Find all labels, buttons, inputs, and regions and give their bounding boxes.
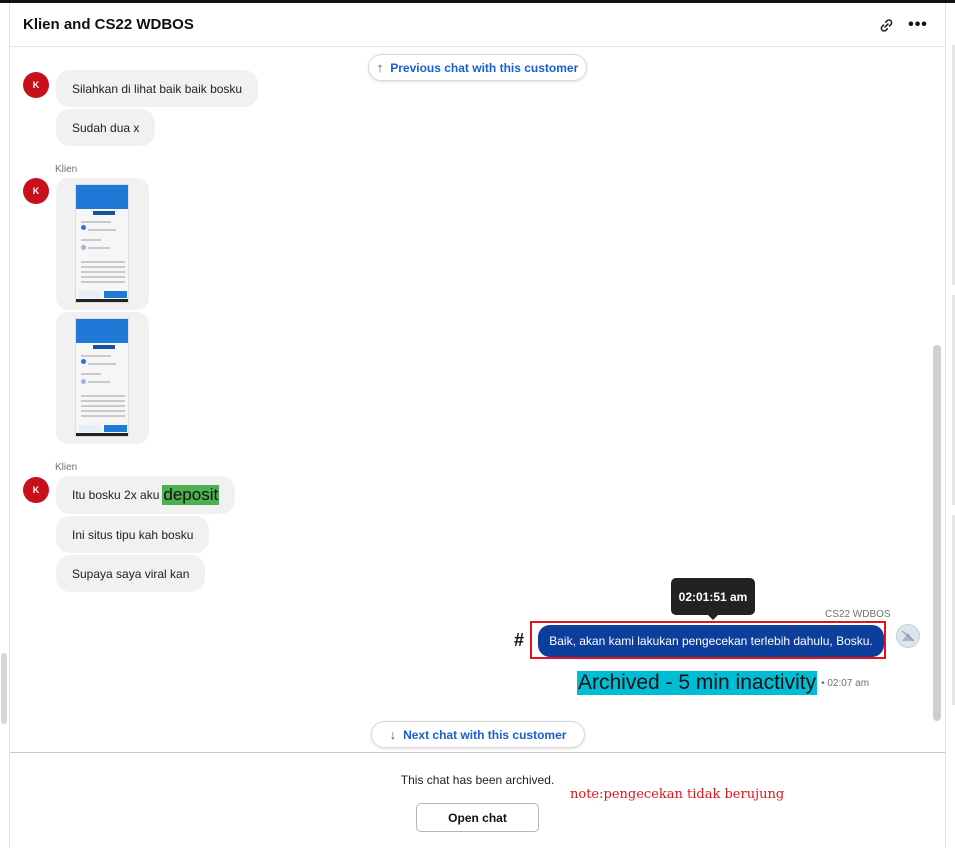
message-bubble: Ini situs tipu kah bosku (56, 516, 210, 553)
message-bubble: Silahkan di lihat baik baik bosku (56, 70, 259, 107)
next-chat-button[interactable]: ↓ Next chat with this customer (371, 721, 585, 748)
screenshot-thumbnail (75, 318, 129, 437)
hash-mark: # (514, 630, 525, 650)
arrow-up-icon: ↑ (376, 60, 384, 75)
agent-name: CS22 WDBOS (825, 609, 891, 620)
archived-notice: This chat has been archived. (400, 773, 555, 787)
message-bubble: Itu bosku 2x aku deposit (56, 476, 236, 514)
agent-message-bubble: Baik, akan kami lakukan pengecekan terle… (538, 625, 884, 657)
archive-time: • 02:07 am (821, 677, 870, 689)
message-text: Itu bosku 2x aku (72, 488, 160, 502)
chat-window: Klien and CS22 WDBOS ••• ↑ Previous chat… (0, 0, 955, 848)
resize-handle[interactable] (1, 653, 7, 724)
agent-avatar (896, 624, 920, 648)
customer-avatar: K (23, 477, 49, 503)
sender-name: Klien (55, 462, 78, 473)
screenshot-thumbnail (75, 184, 129, 303)
customer-avatar: K (23, 72, 49, 98)
image-attachment[interactable] (56, 178, 149, 310)
link-icon[interactable] (876, 15, 896, 35)
right-divider (945, 3, 946, 848)
annotation-note: note:pengecekan tidak berujung (570, 787, 785, 802)
more-options-icon[interactable]: ••• (908, 15, 928, 35)
message-bubble: Sudah dua x (56, 109, 156, 146)
previous-chat-button[interactable]: ↑ Previous chat with this customer (368, 54, 587, 81)
timestamp-tooltip: 02:01:51 am (671, 578, 755, 620)
archive-status-text: Archived - 5 min inactivity (577, 671, 818, 695)
next-chat-label: Next chat with this customer (403, 727, 567, 742)
chat-title: Klien and CS22 WDBOS (23, 16, 194, 33)
chat-header: Klien and CS22 WDBOS ••• (10, 3, 945, 47)
archive-status: Archived - 5 min inactivity • 02:07 am (577, 671, 869, 695)
scrollbar-thumb[interactable] (933, 345, 941, 721)
open-chat-button[interactable]: Open chat (416, 803, 539, 832)
previous-chat-label: Previous chat with this customer (390, 60, 579, 75)
arrow-down-icon: ↓ (389, 727, 397, 742)
message-bubble: Supaya saya viral kan (56, 555, 206, 592)
chat-footer: This chat has been archived. note:pengec… (10, 752, 945, 848)
left-divider (9, 3, 10, 848)
customer-avatar: K (23, 178, 49, 204)
sender-name: Klien (55, 164, 78, 175)
highlighted-word: deposit (162, 485, 220, 505)
image-attachment[interactable] (56, 312, 149, 444)
